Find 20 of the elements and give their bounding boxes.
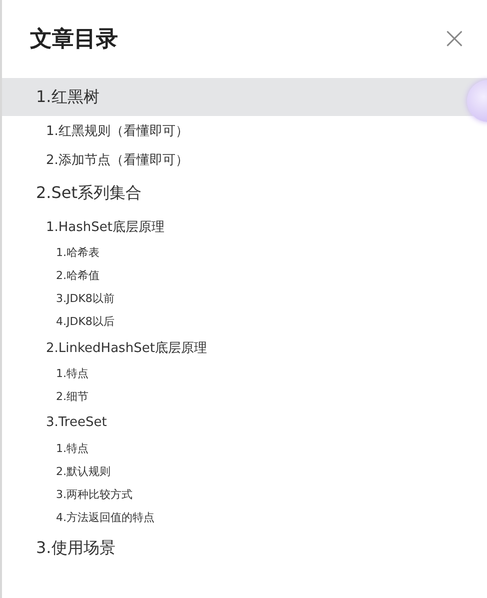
toc-item[interactable]: 2.细节 — [2, 385, 487, 408]
toc-item[interactable]: 1.HashSet底层原理 — [2, 212, 487, 241]
toc-item[interactable]: 1.特点 — [2, 437, 487, 460]
toc-item[interactable]: 3.两种比较方式 — [2, 483, 487, 506]
toc-item[interactable]: 3.TreeSet — [2, 408, 487, 437]
toc-item[interactable]: 3.使用场景 — [2, 529, 487, 567]
toc-item[interactable]: 1.红黑规则（看懂即可） — [2, 116, 487, 145]
toc-item[interactable]: 4.JDK8以后 — [2, 310, 487, 333]
toc-item[interactable]: 2.默认规则 — [2, 460, 487, 483]
toc-item[interactable]: 2.添加节点（看懂即可） — [2, 145, 487, 174]
toc-item[interactable]: 3.JDK8以前 — [2, 287, 487, 310]
toc-item[interactable]: 2.Set系列集合 — [2, 174, 487, 212]
toc-item[interactable]: 2.哈希值 — [2, 264, 487, 287]
toc-item[interactable]: 1.特点 — [2, 362, 487, 385]
close-button[interactable]: × — [442, 24, 467, 54]
toc-item[interactable]: 1.红黑树 — [2, 78, 487, 116]
panel-title: 文章目录 — [30, 26, 118, 54]
toc-item[interactable]: 4.方法返回值的特点 — [2, 506, 487, 529]
toc-item[interactable]: 1.哈希表 — [2, 241, 487, 264]
toc-item[interactable]: 2.LinkedHashSet底层原理 — [2, 333, 487, 362]
